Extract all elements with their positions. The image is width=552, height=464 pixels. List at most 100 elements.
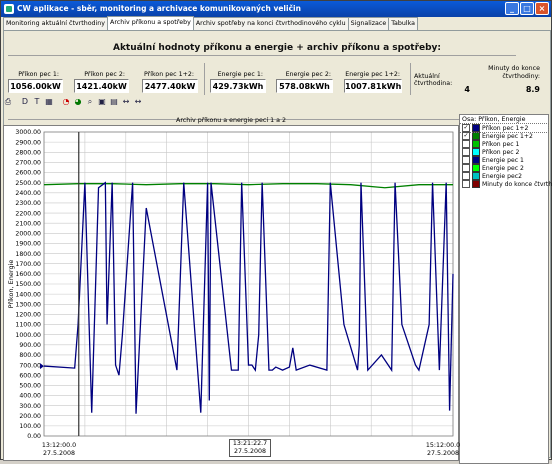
y-tick-label: 300.00 [19,403,41,410]
zoom-in-icon[interactable]: ◔ [61,97,71,107]
legend-label: Minuty do konce čtvrthodiny [482,180,552,188]
prikon1-value: 1056.00kW [8,79,63,93]
page-title: Aktuální hodnoty příkonu a energie + arc… [112,43,442,53]
y-tick-label: 2600.00 [15,170,41,177]
y-tick-label: 100.00 [19,423,41,430]
tab-signalizace[interactable]: Signalizace [347,17,390,30]
y-tick-label: 500.00 [19,383,41,390]
close-button[interactable]: × [535,2,549,15]
cursor-date: 27.5.2008 [233,448,267,455]
x-label-start: 13:12:00.0 27.5.2008 [39,442,79,458]
x-label-start-time: 13:12:00.0 [41,442,77,449]
y-tick-label: 3000.00 [15,129,41,136]
legend-checkbox[interactable] [462,164,470,172]
legend-checkbox[interactable] [462,140,470,148]
minimize-button[interactable]: _ [505,2,519,15]
axis-t-icon[interactable]: T [32,97,42,107]
y-tick-label: 2500.00 [15,180,41,187]
legend-label: Příkon pec 1+2 [482,124,529,132]
zoom-out-icon[interactable]: ◕ [73,97,83,107]
axis-dt-icon[interactable]: D [20,97,30,107]
legend-item[interactable]: Příkon pec 1 [460,140,548,148]
title-bar[interactable]: CW aplikace - sběr, monitoring a archiva… [1,1,551,17]
legend-swatch [472,156,480,164]
legend-label: Příkon pec 2 [482,148,520,156]
tab-monitoring[interactable]: Monitoring aktuální čtvrthodiny [3,17,109,30]
energie1-value: 429.73kWh [210,79,266,93]
prikon12-value: 2477.40kW [142,79,198,93]
legend-item[interactable]: Energie pec2 [460,172,548,180]
x-label-end-time: 15:12:00.0 [425,442,461,449]
y-tick-label: 2400.00 [15,190,41,197]
chart-legend: Osa: Příkon, Energie ✓ Příkon pec 1+2 ✓ Ene… [459,114,552,464]
legend-item[interactable]: ✓ Příkon pec 1+2 [459,123,549,133]
toolbar-separator [15,97,18,107]
legend-swatch [472,132,480,140]
divider [8,55,516,56]
pan-icon[interactable]: ▣ [97,97,107,107]
prikon12-label: Příkon pec 1+2: [143,71,194,78]
y-tick-label: 1500.00 [15,281,41,288]
ctvrthodina-value: 4 [464,85,470,94]
legend-checkbox[interactable] [462,156,470,164]
y-tick-label: 2900.00 [15,139,41,146]
y-tick-label: 1800.00 [15,251,41,258]
y-tick-label: 2800.00 [15,149,41,156]
legend-item[interactable]: Energie pec 1 [460,156,548,164]
minuty-value: 8.9 [525,85,540,94]
legend-swatch [472,172,480,180]
cursor-time: 13:21:22.7 [232,440,268,447]
legend-items: ✓ Příkon pec 1+2 ✓ Energie pec 1+2 Příkon pe… [459,123,552,188]
arrows-h2-icon[interactable]: ↔ [133,97,143,107]
energie2-label: Energie pec 2: [285,71,331,78]
chart-toolbar: ⎙ D T ▦ ◔ ◕ ⌕ ▣ ▤ ↔ ↔ [3,96,143,108]
legend-checkbox[interactable] [462,148,470,156]
legend-checkbox[interactable]: ✓ [462,132,470,140]
energie1-label: Energie pec 1: [217,71,263,78]
legend-checkbox[interactable]: ✓ [462,124,470,132]
y-tick-label: 1300.00 [15,301,41,308]
divider [204,63,205,95]
prikon2-label: Příkon pec 2: [84,71,125,78]
legend-item[interactable]: Energie pec 2 [460,164,548,172]
legend-item[interactable]: ✓ Energie pec 1+2 [460,132,548,140]
printer-icon[interactable]: ⎙ [3,97,13,107]
pan-back-icon[interactable]: ▤ [109,97,119,107]
tab-tabulka[interactable]: Tabulka [388,17,419,30]
legend-checkbox[interactable] [462,172,470,180]
prikon1-label: Příkon pec 1: [18,71,59,78]
toolbar-separator [56,97,59,107]
energie2-value: 578.08kWh [276,79,333,93]
y-tick-label: 1900.00 [15,241,41,248]
prikon2-value: 1421.40kW [74,79,129,93]
legend-label: Energie pec 1+2 [482,132,533,140]
legend-label: Energie pec 2 [482,164,524,172]
y-tick-label: 1200.00 [15,312,41,319]
legend-item[interactable]: Příkon pec 2 [460,148,548,156]
y-tick-label: 1600.00 [15,271,41,278]
zoom-icon[interactable]: ⌕ [85,97,95,107]
tab-strip: Monitoring aktuální čtvrthodiny Archiv p… [3,16,419,30]
minuty-label: Minuty do konce čtvrthodiny: [488,65,540,80]
y-tick-label: 1100.00 [15,322,41,329]
grid-icon[interactable]: ▦ [44,97,54,107]
y-axis-label: Příkon, Energie [7,260,15,309]
y-tick-label: 1400.00 [15,291,41,298]
legend-swatch [472,124,480,132]
y-tick-label: 2200.00 [15,210,41,217]
legend-item[interactable]: Minuty do konce čtvrthodiny [460,180,552,188]
y-tick-label: 1700.00 [15,261,41,268]
tab-archiv-spotreby[interactable]: Archiv spotřeby na konci čtvrthodinového… [192,17,349,30]
arrows-h-icon[interactable]: ↔ [121,97,131,107]
y-tick-label: 2000.00 [15,231,41,238]
legend-checkbox[interactable] [462,180,470,188]
tab-archiv-prikonu[interactable]: Archiv příkonu a spotřeby [107,16,194,30]
chart-area[interactable]: 0.00 100.00 200.00 300.00 400.00 500.00 600.00… [3,125,459,461]
value-marker-arrow [40,363,44,370]
y-tick-label: 200.00 [19,413,41,420]
app-icon [4,4,14,14]
x-label-end: 15:12:00.0 27.5.2008 [423,442,463,458]
maximize-button[interactable]: □ [520,2,534,15]
energie12-value: 1007.81kWh [344,79,402,93]
y-tick-label: 800.00 [19,352,41,359]
